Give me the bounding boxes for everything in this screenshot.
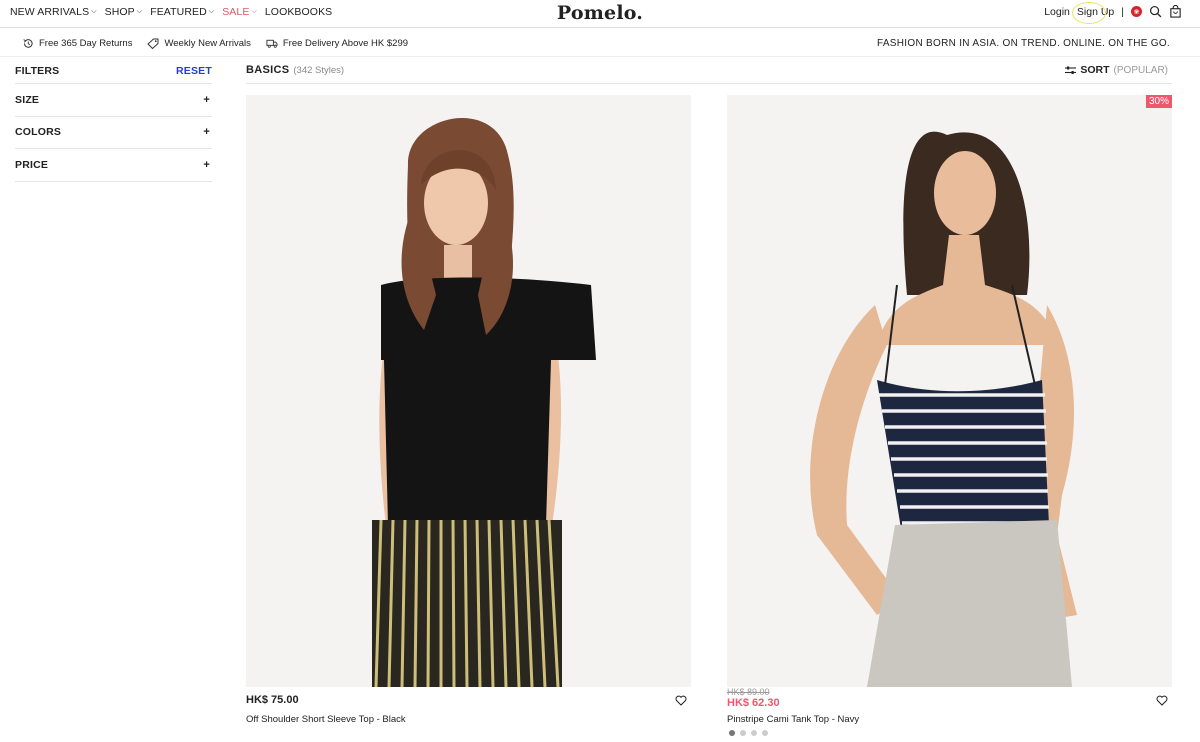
listing-header: BASICS (342 Styles) SORT (POPULAR): [246, 58, 1172, 84]
perk-arrivals: Weekly New Arrivals: [147, 38, 251, 49]
product-name[interactable]: Pinstripe Cami Tank Top - Navy: [727, 714, 859, 725]
cart-icon[interactable]: [1169, 5, 1182, 18]
product-image[interactable]: 30%: [727, 95, 1172, 687]
perk-returns-label: Free 365 Day Returns: [39, 38, 133, 49]
product-card[interactable]: HK$ 75.00 Off Shoulder Short Sleeve Top …: [246, 95, 691, 737]
product-info: HK$ 75.00 Off Shoulder Short Sleeve Top …: [246, 687, 691, 737]
account-actions: Login Sign Up | ❀: [1044, 1, 1182, 24]
signup-label: Sign Up: [1076, 5, 1115, 18]
filter-price-label: PRICE: [15, 158, 49, 171]
perk-arrivals-label: Weekly New Arrivals: [164, 38, 251, 49]
model-photo: [727, 95, 1172, 687]
heart-icon[interactable]: [675, 695, 687, 706]
filter-size[interactable]: SIZE +: [15, 84, 212, 117]
perk-delivery-label: Free Delivery Above HK $299: [282, 38, 409, 49]
sale-price: HK$ 62.30: [727, 697, 780, 709]
perk-delivery: Free Delivery Above HK $299: [266, 38, 408, 49]
flag-icon[interactable]: ❀: [1131, 6, 1142, 17]
style-count: (342 Styles): [293, 65, 345, 76]
brand-logo[interactable]: Pomelo.: [0, 2, 1200, 24]
perks-bar: Free 365 Day Returns Weekly New Arrivals…: [0, 29, 1200, 57]
sort-value: (POPULAR): [1113, 64, 1168, 76]
search-icon[interactable]: [1149, 5, 1162, 18]
carousel-dot[interactable]: [751, 730, 757, 736]
filters-sidebar: FILTERS RESET SIZE + COLORS + PRICE +: [15, 58, 212, 182]
product-card[interactable]: 30% HK$ 89.00 HK$ 62.30 Pinstripe Cami T…: [727, 95, 1172, 737]
filter-price[interactable]: PRICE +: [15, 149, 212, 182]
model-photo: [246, 95, 691, 687]
separator: |: [1121, 5, 1124, 18]
filter-colors[interactable]: COLORS +: [15, 117, 212, 149]
brand-tagline: FASHION BORN IN ASIA. ON TREND. ONLINE. …: [876, 38, 1170, 49]
image-carousel-dots: [729, 730, 768, 736]
original-price: HK$ 89.00: [727, 687, 770, 697]
plus-icon: +: [203, 126, 210, 139]
carousel-dot[interactable]: [762, 730, 768, 736]
product-image[interactable]: [246, 95, 691, 687]
category-title: BASICS: [246, 64, 290, 76]
plus-icon: +: [203, 158, 210, 171]
signup-link[interactable]: Sign Up: [1071, 1, 1115, 24]
product-price: HK$ 75.00: [246, 694, 299, 706]
reset-button[interactable]: RESET: [176, 65, 212, 77]
login-link[interactable]: Login: [1044, 6, 1070, 18]
sort-control[interactable]: SORT (POPULAR): [1065, 64, 1168, 76]
product-info: HK$ 89.00 HK$ 62.30 Pinstripe Cami Tank …: [727, 687, 1172, 737]
top-navigation: NEW ARRIVALS ⌵ SHOP ⌵ FEATURED ⌵ SALE ⌵ …: [0, 0, 1200, 28]
tag-icon: [147, 38, 159, 49]
heart-icon[interactable]: [1156, 695, 1168, 706]
sort-label: SORT: [1080, 64, 1110, 76]
perk-returns: Free 365 Day Returns: [22, 38, 132, 49]
sliders-icon: [1065, 66, 1077, 74]
filters-title: FILTERS: [15, 64, 60, 77]
filter-size-label: SIZE: [15, 93, 40, 106]
discount-badge: 30%: [1145, 95, 1172, 108]
filters-header: FILTERS RESET: [15, 58, 212, 84]
product-name[interactable]: Off Shoulder Short Sleeve Top - Black: [246, 714, 406, 725]
filter-colors-label: COLORS: [15, 126, 62, 139]
carousel-dot[interactable]: [740, 730, 746, 736]
carousel-dot[interactable]: [729, 730, 735, 736]
page-title: BASICS (342 Styles): [246, 64, 344, 76]
clock-return-icon: [23, 39, 33, 48]
truck-icon: [266, 39, 278, 48]
plus-icon: +: [203, 93, 210, 106]
